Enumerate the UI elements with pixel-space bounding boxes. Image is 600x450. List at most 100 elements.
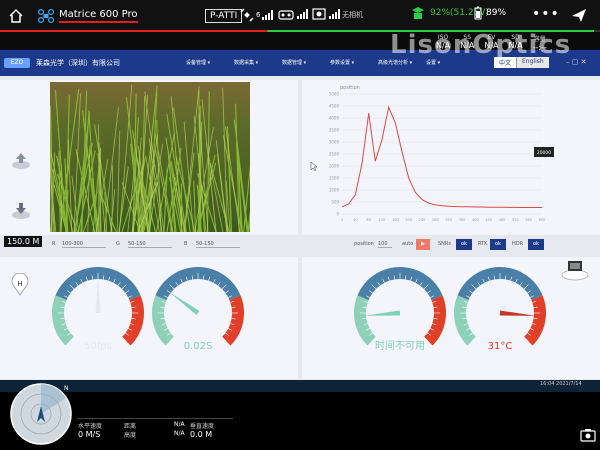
camera-preview-image bbox=[50, 82, 250, 232]
tray-time: 16:04 bbox=[540, 381, 555, 387]
auto-button[interactable]: ▶ bbox=[416, 239, 430, 250]
snr-label: SNRs bbox=[438, 241, 451, 247]
x-tick-label: 80 bbox=[366, 218, 370, 222]
x-tick-label: 560 bbox=[525, 218, 532, 222]
aircraft-battery-icon bbox=[412, 7, 424, 19]
gauge-value: 31°C bbox=[488, 341, 513, 352]
gauge-panel-right: 时间不可用 31°C bbox=[302, 257, 600, 379]
gauge-value: 50fps bbox=[84, 341, 112, 352]
y-tick-label: 500 bbox=[331, 200, 339, 205]
camera-param-ss: SS N/A bbox=[460, 34, 475, 50]
rc-signal[interactable] bbox=[278, 8, 341, 20]
rtk-label: RTK bbox=[478, 241, 488, 247]
b-range-input[interactable]: 50-150 bbox=[196, 241, 240, 248]
drone-icon bbox=[38, 9, 54, 23]
fps-gauge: 50fps bbox=[52, 267, 144, 352]
snr-ok-button[interactable]: ok bbox=[456, 239, 472, 250]
gauge-value: 时间不可用 bbox=[375, 339, 425, 352]
rc-battery-value: 89% bbox=[486, 8, 507, 18]
upload-icon[interactable] bbox=[10, 150, 32, 174]
camera-param-ev: EV N/A bbox=[484, 34, 499, 50]
telemetry-panel: 水平速度 0 M/S 距离 N/A 高度 N/A 垂直速度 0.0 M bbox=[78, 418, 233, 444]
camera-params: ISO N/A SS N/A EV N/A SD N/A 容量 --:-- bbox=[436, 34, 547, 52]
chart-y-ticks: 5000450040003500300025002000150010005000 bbox=[329, 92, 340, 217]
h-speed-value: 0 M/S bbox=[78, 430, 101, 439]
rc-battery[interactable]: 89% bbox=[474, 6, 506, 20]
landing-icon[interactable] bbox=[10, 200, 32, 224]
satellite-icon bbox=[240, 8, 254, 22]
hd-link-icon bbox=[312, 8, 326, 20]
aircraft-selector[interactable]: Matrice 600 Pro bbox=[38, 9, 138, 23]
height-value: N/A bbox=[174, 430, 185, 437]
company-logo: EZO bbox=[4, 58, 30, 68]
chart-tooltip-text: 20000 bbox=[537, 150, 551, 156]
x-tick-label: 320 bbox=[445, 218, 452, 222]
position-input[interactable]: 100 bbox=[378, 241, 392, 248]
x-tick-label: 280 bbox=[432, 218, 439, 222]
camera-param-sd: SD N/A bbox=[508, 34, 523, 50]
x-tick-label: 400 bbox=[472, 218, 479, 222]
flight-route-icon[interactable] bbox=[570, 6, 588, 27]
spectrum-chart[interactable]: position 5000450040003500300025002000150… bbox=[302, 80, 600, 235]
y-tick-label: 0 bbox=[336, 212, 339, 217]
x-tick-label: 520 bbox=[512, 218, 519, 222]
h-speed-label: 水平速度 bbox=[78, 423, 103, 430]
tray-date: 2021/7/14 bbox=[556, 381, 582, 387]
spectral-web-app: EZO 莱森光学（深圳）有限公司 设备管理 ▾ 数据采集 ▾ 数据管理 ▾ 参数… bbox=[0, 50, 600, 380]
hdr-ok-button[interactable]: ok bbox=[528, 239, 544, 250]
menu-data-acquisition[interactable]: 数据采集 ▾ bbox=[234, 59, 282, 66]
y-tick-label: 2500 bbox=[329, 152, 340, 157]
gps-status[interactable]: 6 bbox=[240, 8, 274, 22]
camera-param-capacity: 容量 --:-- bbox=[532, 36, 547, 52]
exposure-gauge: 0.02S bbox=[152, 267, 244, 352]
camera-switch-icon[interactable] bbox=[580, 428, 596, 445]
rc-battery-icon bbox=[474, 6, 482, 20]
x-tick-label: 480 bbox=[499, 218, 506, 222]
x-tick-label: 200 bbox=[405, 218, 412, 222]
chart-x-ticks: 0 40 80 120 160 200 240 280 320 360 400 440 480 520 56… bbox=[341, 218, 545, 222]
y-tick-label: 1500 bbox=[329, 176, 340, 181]
y-tick-label: 3000 bbox=[329, 140, 340, 145]
spectrum-series-line bbox=[341, 105, 542, 208]
menu-spectral-analysis[interactable]: 高级光谱分析 ▾ bbox=[378, 59, 426, 66]
x-tick-label: 360 bbox=[459, 218, 466, 222]
camera-param-iso: ISO N/A bbox=[436, 34, 451, 50]
gauge-needle bbox=[364, 310, 401, 316]
altitude-readout: 150.0 M bbox=[4, 236, 43, 247]
time-gauge: 时间不可用 bbox=[354, 267, 446, 352]
x-tick-label: 160 bbox=[392, 218, 399, 222]
x-tick-label: 40 bbox=[353, 218, 357, 222]
menu-data-management[interactable]: 数据管理 ▾ bbox=[282, 59, 330, 66]
chart-grid bbox=[342, 93, 542, 215]
y-tick-label: 5000 bbox=[329, 92, 340, 97]
gauge-value: 0.02S bbox=[184, 341, 213, 352]
acquisition-control-bar: R 100-300 G 50-150 B 50-150 position 100… bbox=[0, 236, 600, 254]
gauge-needle bbox=[499, 310, 536, 316]
map-layer-icon[interactable] bbox=[560, 259, 590, 281]
g-range-input[interactable]: 50-150 bbox=[128, 241, 172, 248]
rtk-ok-button[interactable]: ok bbox=[490, 239, 506, 250]
menu-device-management[interactable]: 设备管理 ▾ bbox=[186, 59, 234, 66]
home-icon[interactable] bbox=[0, 0, 32, 32]
company-name: 莱森光学（深圳）有限公司 bbox=[36, 59, 120, 67]
remote-controller-icon bbox=[278, 10, 294, 20]
temperature-gauge: 31°C bbox=[454, 267, 546, 352]
attitude-radar[interactable]: N bbox=[6, 376, 76, 446]
height-label: 高度 bbox=[124, 432, 137, 439]
gauge-needle bbox=[95, 277, 101, 313]
distance-label: 距离 bbox=[124, 423, 137, 430]
more-menu-button[interactable]: ••• bbox=[532, 6, 560, 22]
x-tick-label: 600 bbox=[539, 218, 546, 222]
r-range-input[interactable]: 100-300 bbox=[62, 241, 106, 248]
home-point-icon[interactable]: H bbox=[10, 273, 30, 297]
system-tray: 16:04 2021/7/14 bbox=[540, 381, 582, 387]
v-speed-value: 0.0 M bbox=[190, 430, 213, 439]
flight-mode-badge[interactable]: P-ATTI bbox=[205, 9, 243, 23]
y-tick-label: 1000 bbox=[329, 188, 340, 193]
gauge-needle bbox=[168, 291, 200, 316]
y-tick-label: 2000 bbox=[329, 164, 340, 169]
menu-parameter-settings[interactable]: 参数设置 ▾ bbox=[330, 59, 378, 66]
chart-tooltip: 20000 bbox=[534, 147, 554, 157]
camera-preview-panel bbox=[0, 80, 298, 235]
menu-settings[interactable]: 设置 ▾ bbox=[426, 59, 474, 66]
